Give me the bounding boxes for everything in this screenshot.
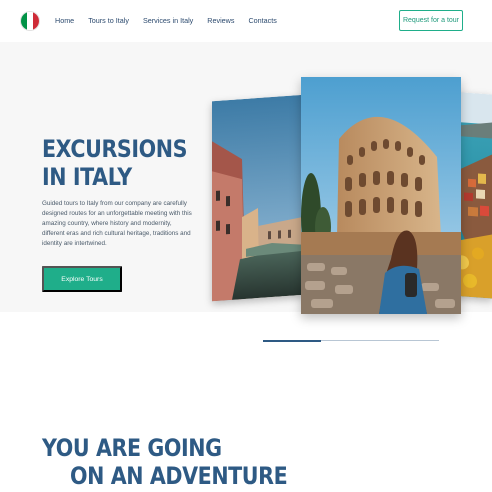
- venice-canal-photo: [212, 94, 304, 302]
- nav-reviews[interactable]: Reviews: [207, 16, 234, 25]
- hero-title-line1: EXCURSIONS: [42, 135, 188, 163]
- hero-title: EXCURSIONS IN ITALY: [42, 135, 188, 191]
- site-header: Home Tours to Italy Services in Italy Re…: [0, 0, 492, 42]
- adventure-title-line1: YOU ARE GOING: [42, 434, 222, 462]
- slider-progress-bar[interactable]: [263, 339, 439, 342]
- adventure-title-line2: ON AN ADVENTURE: [70, 462, 288, 490]
- hero-title-line2: IN ITALY: [42, 163, 132, 191]
- request-tour-button[interactable]: Request for a tour: [399, 10, 463, 31]
- slider-progress-fill: [263, 339, 322, 342]
- nav-services-in-italy[interactable]: Services in Italy: [143, 16, 193, 25]
- nav-contacts[interactable]: Contacts: [248, 16, 276, 25]
- nav-home[interactable]: Home: [55, 16, 74, 25]
- colosseum-photo: [301, 77, 461, 314]
- explore-tours-button[interactable]: Explore Tours: [42, 266, 122, 292]
- hero-description: Guided tours to Italy from our company a…: [42, 200, 192, 247]
- nav-tours-to-italy[interactable]: Tours to Italy: [88, 16, 129, 25]
- main-nav: Home Tours to Italy Services in Italy Re…: [55, 16, 277, 25]
- italy-flag-icon[interactable]: [21, 12, 39, 30]
